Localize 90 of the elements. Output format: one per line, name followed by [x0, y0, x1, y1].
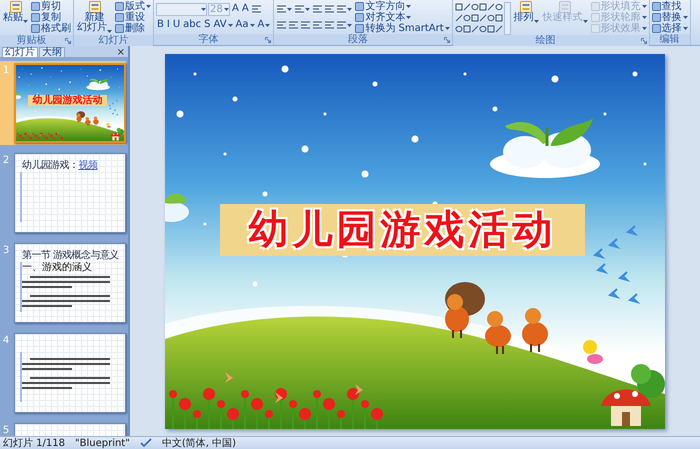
toolbar-button[interactable] [294, 2, 312, 16]
slide-number: 3 [2, 244, 10, 258]
status-text: 幻灯片 1/118 [3, 438, 65, 448]
slide-thumbnail[interactable]: 幼儿园游戏：视频 [14, 153, 126, 233]
toolbar-button[interactable] [324, 18, 336, 32]
toolbar-button[interactable] [336, 18, 354, 32]
ribbon-button[interactable]: 替换 [652, 12, 688, 23]
status-text: 中文(简体, 中国) [162, 438, 236, 448]
lines-icon [301, 21, 310, 29]
video-link[interactable]: 视频 [78, 160, 98, 171]
slide-thumbnail[interactable] [14, 333, 126, 413]
lines-icon [313, 5, 322, 13]
group-label: 幻灯片 [98, 35, 130, 46]
format-button[interactable]: A [256, 18, 272, 32]
group-label: 编辑 [658, 34, 681, 45]
ribbon-button[interactable]: 复制 [31, 12, 61, 23]
ribbon-button[interactable]: 选择 [652, 23, 688, 34]
format-button[interactable]: B [156, 18, 165, 32]
slide-heading: 一、游戏的涵义 [22, 262, 93, 273]
slide-title: 幼儿园游戏：视频 [22, 160, 99, 171]
format-button[interactable]: I [166, 18, 171, 32]
slide-number: 5 [2, 424, 10, 436]
slide-number: 4 [2, 334, 10, 348]
toolbar-button[interactable] [276, 2, 294, 16]
toolbar-button[interactable] [312, 2, 324, 16]
document-icon [8, 1, 22, 13]
launcher-icon [265, 36, 272, 42]
status-text: "Blueprint" [75, 438, 130, 448]
format-button[interactable]: AV [212, 18, 234, 32]
format-button[interactable]: U [172, 18, 182, 32]
dialog-launcher[interactable] [63, 38, 73, 44]
toolbar-button[interactable] [300, 18, 312, 32]
toolbar-button[interactable] [288, 18, 300, 32]
lines-icon [252, 5, 261, 13]
slide-title: 幼儿园游戏活动 [32, 96, 102, 106]
panel-tab[interactable]: 幻灯片 [2, 47, 38, 57]
caret-icon [201, 8, 206, 10]
caret-icon [224, 8, 229, 10]
lines-icon [277, 21, 286, 29]
format-button[interactable]: abc [182, 18, 202, 32]
lines-icon [325, 5, 334, 13]
format-button[interactable]: A [240, 2, 250, 16]
lines-icon [289, 21, 298, 29]
launcher-icon [640, 38, 647, 44]
ribbon-button[interactable]: 重设 [115, 12, 145, 23]
ribbon-button[interactable]: 转换为 SmartArt [355, 23, 450, 34]
launcher-icon [444, 36, 450, 42]
dialog-launcher[interactable] [638, 38, 649, 44]
lines-icon [295, 5, 304, 13]
ribbon-button[interactable]: 版式 [115, 1, 151, 12]
ribbon-button[interactable]: 剪切 [31, 1, 61, 12]
launcher-icon [65, 38, 71, 44]
ribbon-button[interactable]: 文字方向 [355, 1, 412, 12]
spellcheck-icon [140, 438, 152, 448]
slide-thumbnail[interactable]: 第一节 游戏概念与意义 一、游戏的涵义 [14, 243, 126, 323]
ribbon-button[interactable]: 删除 [115, 23, 145, 34]
toolbar-button[interactable] [250, 2, 262, 16]
slide-title: 第一节 游戏概念与意义 [22, 250, 120, 261]
close-button[interactable]: × [114, 48, 128, 57]
lines-icon [277, 5, 286, 13]
format-button[interactable]: S [203, 18, 212, 32]
slide-number: 2 [2, 154, 10, 168]
ribbon-button[interactable]: 新建 幻灯片 [76, 1, 113, 35]
slide-number: 1 [2, 64, 10, 78]
group-label: 绘图 [534, 35, 557, 46]
lines-icon [325, 21, 334, 29]
document-icon [519, 1, 534, 13]
lines-icon [337, 5, 346, 13]
ribbon-button[interactable]: 对齐文本 [355, 12, 412, 23]
group-label: 字体 [198, 34, 220, 45]
lines-icon [313, 21, 322, 29]
shapes-gallery [454, 2, 511, 34]
format-button[interactable]: Aa [234, 18, 256, 32]
ribbon-button[interactable]: 粘贴 [2, 1, 29, 35]
group-label: 剪贴板 [16, 35, 48, 46]
format-button[interactable]: A [231, 2, 240, 16]
document-icon [558, 1, 572, 13]
dialog-launcher[interactable] [442, 36, 452, 42]
dialog-launcher[interactable] [263, 36, 274, 42]
ribbon-button[interactable]: 查找 [652, 1, 682, 12]
ribbon-button[interactable]: 排列 [512, 1, 540, 35]
document-icon [88, 1, 102, 13]
toolbar-button[interactable] [324, 2, 336, 16]
toolbar-button[interactable] [312, 18, 324, 32]
panel-tab[interactable]: 大纲 [39, 47, 65, 57]
lines-icon [337, 21, 346, 29]
ribbon-button[interactable]: 格式刷 [31, 23, 71, 34]
toolbar-button[interactable] [336, 2, 354, 16]
group-label: 段落 [347, 34, 370, 45]
toolbar-button[interactable] [276, 18, 288, 32]
